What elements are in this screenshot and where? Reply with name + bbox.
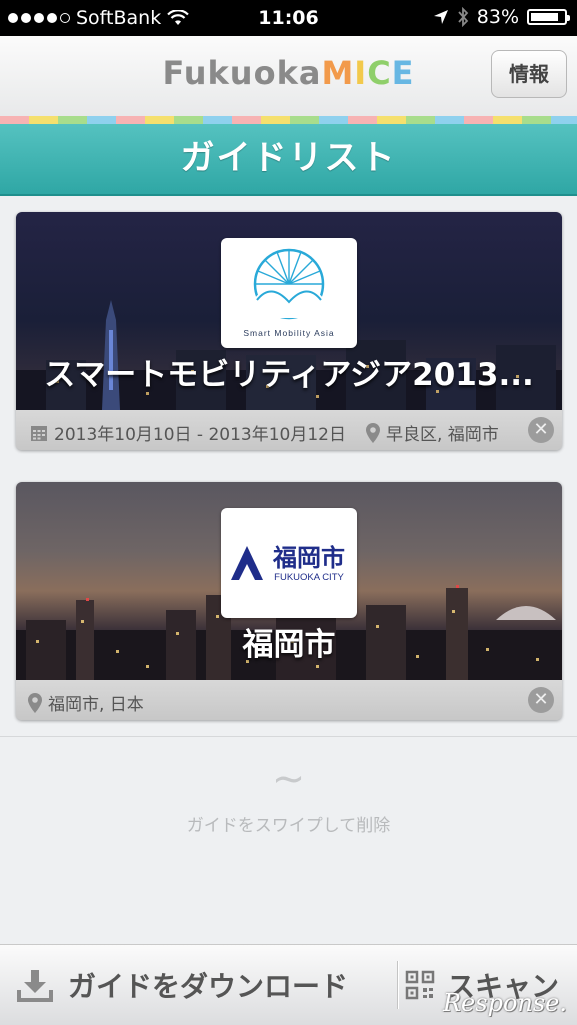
guide-location: 福岡市, 日本 [28, 690, 144, 715]
close-icon: ✕ [533, 419, 549, 440]
qr-code-icon [405, 970, 435, 1000]
battery-percent: 83% [476, 6, 519, 28]
guide-location-text: 早良区, 福岡市 [386, 425, 499, 445]
download-guide-button[interactable]: ガイドをダウンロード [16, 945, 348, 1025]
battery-icon [527, 9, 570, 25]
logo-text-fukuoka: Fukuoka [162, 54, 322, 92]
guide-meta: 2013年10月10日 - 2013年10月12日 早良区, 福岡市 ✕ [16, 410, 562, 450]
page-title: ガイドリスト [180, 138, 397, 178]
guide-date: 2013年10月10日 - 2013年10月12日 [30, 420, 346, 445]
delete-guide-button[interactable]: ✕ [528, 417, 554, 443]
info-button[interactable]: 情報 [491, 50, 567, 98]
city-logo-jp: 福岡市 [272, 544, 345, 572]
logo-letter-e: E [391, 54, 415, 92]
fukuoka-city-logo: 福岡市 FUKUOKA CITY [231, 544, 345, 583]
toolbar-separator [397, 961, 399, 1009]
section-header: ガイドリスト [0, 124, 577, 196]
logo-letter-c: C [367, 54, 392, 92]
download-label: ガイドをダウンロード [68, 970, 349, 1003]
guide-location: 早良区, 福岡市 [366, 420, 499, 445]
guide-title: 福岡市 [242, 627, 336, 663]
city-logo-en: FUKUOKA CITY [274, 572, 344, 583]
download-icon [17, 970, 53, 1002]
swipe-hint-icon: ~ [271, 756, 306, 802]
calendar-icon [31, 425, 47, 441]
location-pin-icon [28, 692, 42, 713]
logo-letter-i: I [354, 54, 368, 92]
event-logo: Smart Mobility Asia [221, 238, 357, 348]
swipe-hint-text: ガイドをスワイプして削除 [186, 816, 391, 836]
list-divider [0, 736, 577, 737]
color-stripe [0, 116, 577, 124]
guide-meta: 福岡市, 日本 ✕ [16, 680, 562, 720]
guide-title: スマートモビリティアジア2013... [44, 357, 534, 393]
location-pin-icon [366, 422, 380, 443]
guide-cover-image: Smart Mobility Asia スマートモビリティアジア2013... [16, 212, 562, 410]
event-logo-text: Smart Mobility Asia [243, 328, 334, 338]
status-bar: SoftBank 11:06 83% [0, 0, 577, 36]
watermark: Response. [442, 989, 567, 1017]
nav-bar: FukuokaMICE 情報 [0, 36, 577, 116]
guide-card[interactable]: 福岡市 FUKUOKA CITY 福岡市 福岡市, 日本 ✕ [16, 482, 562, 720]
close-icon: ✕ [533, 689, 549, 710]
status-right: 83% [433, 6, 570, 28]
guide-date-text: 2013年10月10日 - 2013年10月12日 [54, 425, 346, 445]
logo-letter-m: M [321, 54, 355, 92]
city-logo: 福岡市 FUKUOKA CITY [221, 508, 357, 618]
location-arrow-icon [433, 10, 448, 24]
bluetooth-icon [458, 7, 469, 27]
guide-card[interactable]: Smart Mobility Asia スマートモビリティアジア2013... … [16, 212, 562, 450]
guide-cover-image: 福岡市 FUKUOKA CITY 福岡市 [16, 482, 562, 680]
smart-mobility-asia-logo: Smart Mobility Asia [243, 248, 334, 338]
delete-guide-button[interactable]: ✕ [528, 687, 554, 713]
guide-location-text: 福岡市, 日本 [48, 695, 144, 715]
bottom-toolbar: ガイドをダウンロード スキャン Response. [0, 944, 577, 1025]
